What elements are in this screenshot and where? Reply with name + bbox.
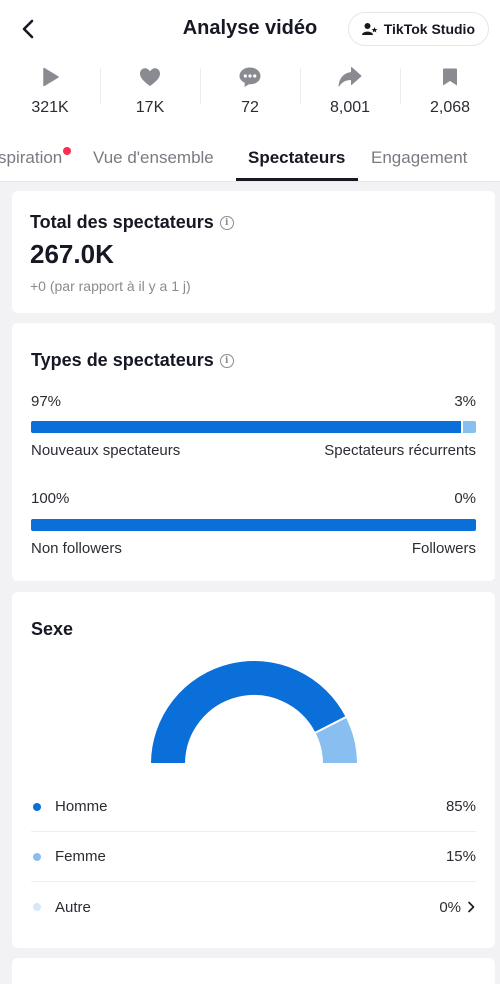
tiktok-studio-label: TikTok Studio [383,21,475,37]
stat-saves-value: 2,068 [429,99,471,116]
stat-comments: 72 [200,62,300,134]
legend-value-other: 0% [439,898,461,916]
followers-pct: 0% [454,490,476,507]
legend-label-other: Autre [55,898,91,916]
tab-viewers[interactable]: Spectateurs [248,148,345,168]
new-viewers-bar-fill [31,421,461,433]
total-viewers-title-row: Total des spectateurs i [30,212,234,233]
top-section: Analyse vidéo TikTok Studio 321K 17K 72 … [0,0,500,182]
header: Analyse vidéo TikTok Studio [0,0,500,58]
heart-icon [140,68,160,86]
info-icon[interactable]: i [219,215,234,230]
stat-shares: 8,001 [300,62,400,134]
legend-item-other[interactable]: Autre 0% [31,882,476,932]
play-icon [43,67,59,87]
tab-bar: spiration Vue d'ensemble Spectateurs Eng… [0,140,500,182]
total-viewers-comparison: +0 (par rapport à il y a 1 j) [30,278,191,294]
legend-label-female: Femme [55,848,106,865]
next-card [12,958,495,984]
stat-shares-value: 8,001 [329,99,371,116]
gender-title: Sexe [31,619,74,639]
non-followers-pct: 100% [31,490,70,507]
followers-bar [31,519,476,531]
tab-inspiration[interactable]: spiration [0,147,72,168]
gender-card: Sexe Homme 85% Femme 15% Autre 0% [12,592,495,948]
new-vs-returning-percentages: 97% 3% [31,393,476,410]
legend-value-other-wrap: 0% [439,899,476,916]
chevron-right-icon [468,901,475,913]
total-viewers-value: 267.0K [30,239,114,269]
legend-dot-male [33,802,41,811]
new-vs-returning-labels: Nouveaux spectateurs Spectateurs récurre… [31,442,476,459]
legend-value-male: 85% [445,798,476,815]
share-icon [338,67,362,87]
stat-views-value: 321K [31,99,69,116]
legend-dot-female [33,852,41,861]
new-viewers-label: Nouveaux spectateurs [31,442,181,459]
tab-engagement[interactable]: Engagement [371,148,467,168]
person-star-icon [361,23,378,35]
donut-slice-male [149,660,349,765]
gender-legend: Homme 85% Femme 15% Autre 0% [31,782,476,932]
stat-views: 321K [0,62,100,134]
legend-dot-other [33,903,41,911]
tab-inspiration-label: spiration [0,148,63,167]
non-followers-label: Non followers [31,540,122,557]
returning-viewers-pct: 3% [454,393,476,410]
notification-dot [63,147,72,155]
bookmark-icon [443,68,457,86]
viewer-types-title-row: Types de spectateurs i [31,350,234,371]
active-tab-indicator [236,178,358,181]
viewer-types-title: Types de spectateurs [31,350,214,370]
non-followers-bar-fill [31,519,476,531]
tiktok-studio-button[interactable]: TikTok Studio [348,13,488,45]
followers-percentages: 100% 0% [31,490,476,507]
comment-icon [239,67,261,87]
followers-label: Followers [411,540,476,557]
stats-bar: 321K 17K 72 8,001 2,068 [0,62,500,134]
tab-overview[interactable]: Vue d'ensemble [93,148,214,168]
total-viewers-title: Total des spectateurs [30,212,214,232]
stat-comments-value: 72 [241,99,259,116]
total-viewers-card: Total des spectateurs i 267.0K +0 (par r… [12,191,495,313]
stat-likes: 17K [100,62,200,134]
returning-viewers-bar-fill [462,421,476,433]
returning-viewers-label: Spectateurs récurrents [324,442,476,459]
new-vs-returning-bar [31,421,476,433]
new-viewers-pct: 97% [31,393,62,410]
stat-likes-value: 17K [135,99,165,116]
viewer-types-card: Types de spectateurs i 97% 3% Nouveaux s… [12,323,495,581]
legend-label-male: Homme [55,798,108,815]
gender-half-donut-chart [149,660,359,765]
legend-value-female: 15% [445,848,476,865]
legend-item-female: Femme 15% [31,832,476,882]
legend-item-male: Homme 85% [31,782,476,832]
followers-labels: Non followers Followers [31,540,476,557]
stat-saves: 2,068 [400,62,500,134]
info-icon[interactable]: i [219,353,234,368]
